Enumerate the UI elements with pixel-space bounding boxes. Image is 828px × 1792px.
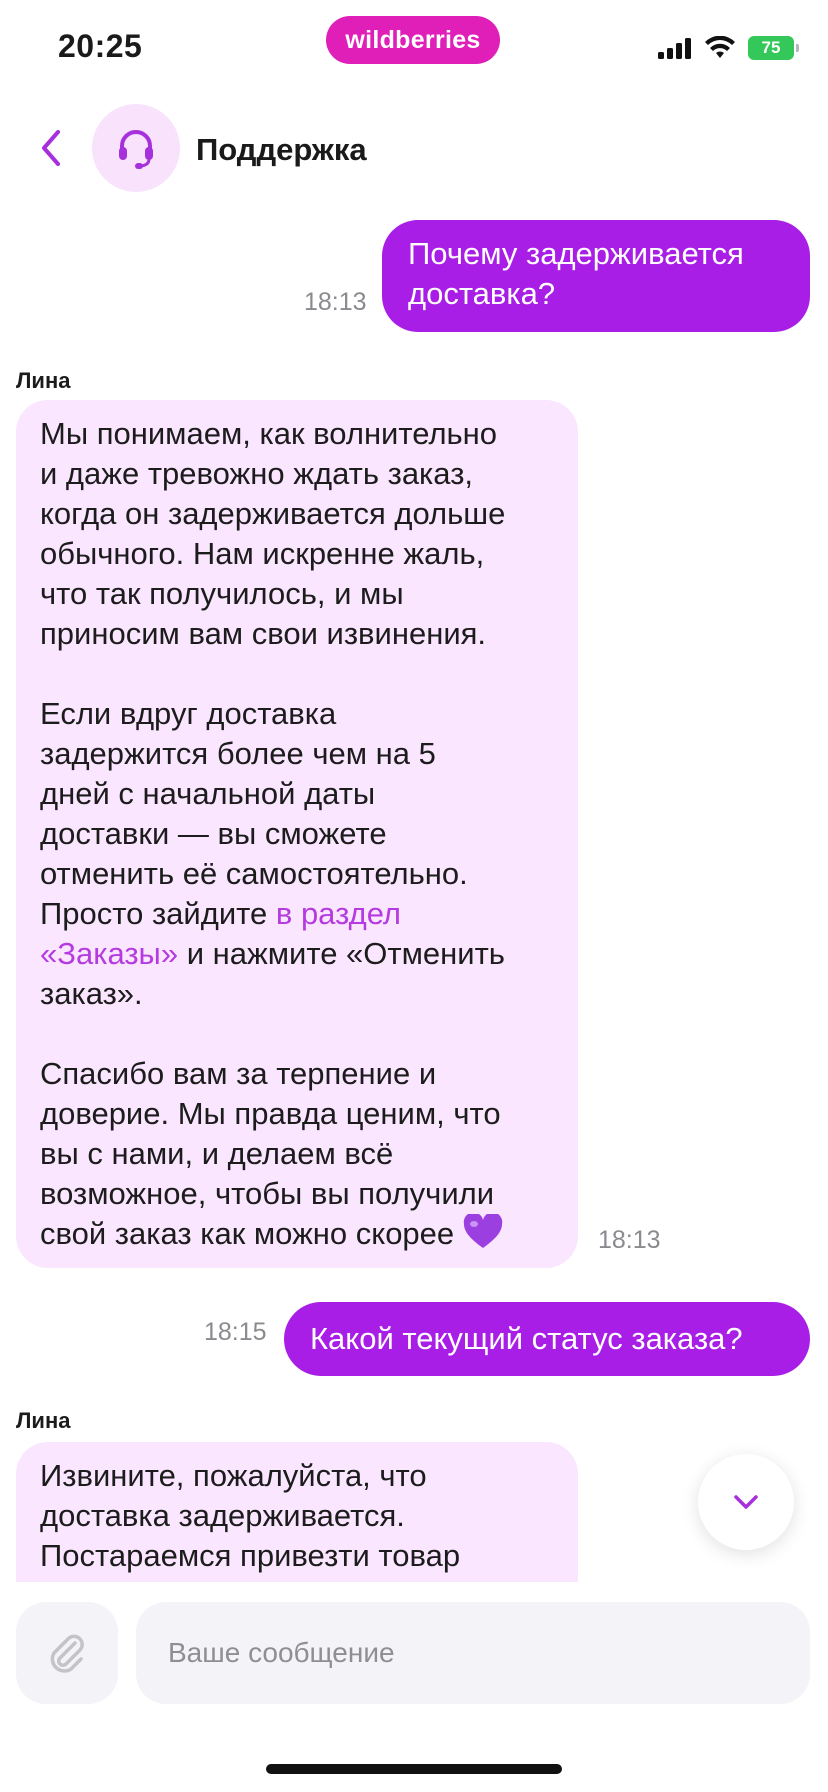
message-line: отменить её самостоятельно. <box>40 856 468 891</box>
message-composer <box>0 1598 828 1708</box>
message-time: 18:13 <box>304 288 367 316</box>
message-paragraph: Спасибо вам за терпение и доверие. Мы пр… <box>40 1054 554 1254</box>
status-bar: 20:25 wildberries 75 <box>0 0 828 90</box>
message-paragraph: Мы понимаем, как волнительно и даже трев… <box>40 414 554 654</box>
status-icons: 75 <box>658 36 799 60</box>
message-line: Спасибо вам за терпение и <box>40 1056 437 1091</box>
wildberries-logo: wildberries <box>326 16 500 64</box>
message-line: когда он задерживается дольше <box>40 496 506 531</box>
message-line: заказ». <box>40 976 143 1011</box>
message-line: доставки — вы сможете <box>40 816 387 851</box>
back-button[interactable] <box>34 126 70 170</box>
message-line: что так получилось, и мы <box>40 576 404 611</box>
wifi-icon <box>705 36 735 58</box>
message-line: Если вдруг доставка <box>40 696 337 731</box>
message-input[interactable] <box>136 1602 810 1704</box>
message-line: «Заказы» и нажмите «Отменить <box>40 934 554 974</box>
message-line: Извините, пожалуйста, что <box>40 1458 427 1493</box>
paperclip-icon <box>50 1634 84 1673</box>
message-text: Просто зайдите <box>40 896 276 931</box>
support-avatar[interactable] <box>92 104 180 192</box>
chat-title: Поддержка <box>196 132 367 167</box>
outgoing-message[interactable]: Почему задерживается доставка? <box>382 220 810 332</box>
message-line: Просто зайдите в раздел <box>40 894 554 934</box>
sender-name: Лина <box>16 368 71 393</box>
cellular-signal-icon <box>658 38 691 59</box>
incoming-message[interactable]: Извините, пожалуйста, что доставка задер… <box>16 1442 578 1582</box>
message-line: доставка? <box>408 276 556 311</box>
message-line: задержится более чем на 5 <box>40 736 436 771</box>
message-line: вы с нами, и делаем всё <box>40 1136 394 1171</box>
battery-icon: 75 <box>748 36 799 60</box>
message-text: свой заказ как можно скорее <box>40 1216 455 1251</box>
status-time: 20:25 <box>58 28 143 64</box>
message-line: доставка задерживается. <box>40 1498 405 1533</box>
message-paragraph: Если вдруг доставка задержится более чем… <box>40 694 554 1014</box>
chevron-down-icon <box>734 1495 758 1509</box>
message-line: свой заказ как можно скорее <box>40 1214 554 1254</box>
message-line: возможное, чтобы вы получили <box>40 1176 495 1211</box>
orders-link[interactable]: в раздел <box>276 896 401 931</box>
message-list[interactable]: 18:13 Почему задерживается доставка? Лин… <box>0 210 828 1582</box>
message-line: Мы понимаем, как волнительно <box>40 416 498 451</box>
chevron-left-icon <box>42 130 60 166</box>
message-line: Какой текущий статус заказа? <box>310 1321 743 1356</box>
incoming-message[interactable]: Мы понимаем, как волнительно и даже трев… <box>16 400 578 1268</box>
scroll-to-bottom-button[interactable] <box>698 1454 794 1550</box>
message-time: 18:13 <box>598 1226 661 1254</box>
message-line: обычного. Нам искренне жаль, <box>40 536 485 571</box>
home-indicator[interactable] <box>266 1764 562 1774</box>
message-line: доверие. Мы правда ценим, что <box>40 1096 501 1131</box>
sender-name: Лина <box>16 1408 71 1433</box>
message-text: и нажмите «Отменить <box>178 936 505 971</box>
attach-button[interactable] <box>16 1602 118 1704</box>
message-line: Постараемся привезти товар <box>40 1538 461 1573</box>
orders-link[interactable]: «Заказы» <box>40 936 178 971</box>
message-line: приносим вам свои извинения. <box>40 616 487 651</box>
message-line: дней с начальной даты <box>40 776 376 811</box>
message-line: и даже тревожно ждать заказ, <box>40 456 474 491</box>
purple-heart-icon <box>463 1214 502 1248</box>
chat-header: Поддержка <box>0 100 828 196</box>
headset-icon <box>119 130 153 169</box>
message-line: Почему задерживается <box>408 236 744 271</box>
outgoing-message[interactable]: Какой текущий статус заказа? <box>284 1302 810 1376</box>
message-time: 18:15 <box>204 1318 267 1346</box>
